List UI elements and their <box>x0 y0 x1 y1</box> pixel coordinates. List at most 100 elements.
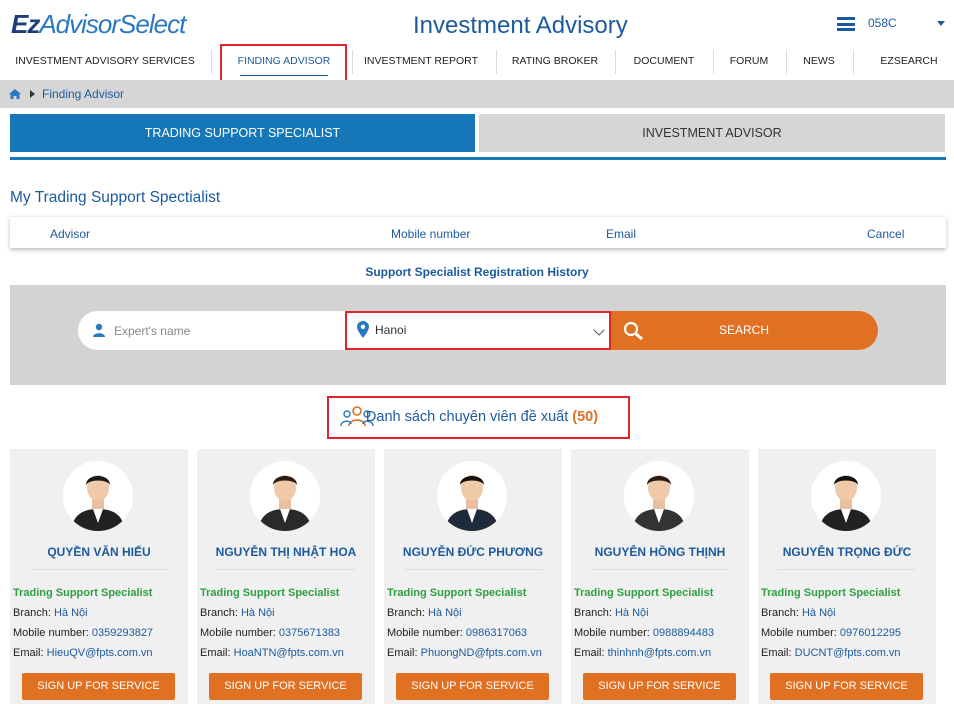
nav-investment-report[interactable]: INVESTMENT REPORT <box>356 48 486 76</box>
branch-value: Hà Nội <box>427 607 462 619</box>
sign-up-button[interactable]: SIGN UP FOR SERVICE <box>209 673 362 700</box>
mobile-value: 0976012295 <box>839 627 902 639</box>
nav-document[interactable]: DOCUMENT <box>619 48 709 76</box>
email-value[interactable]: HoaNTN@fpts.com.vn <box>234 647 344 659</box>
avatar <box>250 461 320 531</box>
logo-text: AdvisorSelect <box>39 9 186 39</box>
breadcrumb: Finding Advisor <box>0 80 954 108</box>
sign-up-button[interactable]: SIGN UP FOR SERVICE <box>396 673 549 700</box>
branch-label: Branch: <box>574 607 615 619</box>
email-value[interactable]: thinhnh@fpts.com.vn <box>608 647 712 659</box>
advisor-branch: Branch: Hà Nội <box>574 607 649 619</box>
mobile-value: 0359293827 <box>91 627 154 639</box>
avatar <box>437 461 507 531</box>
mobile-label: Mobile number: <box>200 627 279 639</box>
advisor-branch: Branch: Hà Nội <box>387 607 462 619</box>
person-icon <box>93 323 105 337</box>
registration-history-link[interactable]: Support Specialist Registration History <box>0 265 954 279</box>
advisor-card: NGUYỄN THỊ NHẬT HOA Trading Support Spec… <box>197 449 375 704</box>
advisor-role: Trading Support Specialist <box>574 587 714 599</box>
column-advisor: Advisor <box>50 227 91 241</box>
breadcrumb-arrow-icon <box>30 90 35 98</box>
tab-underline <box>10 157 946 160</box>
advisor-branch: Branch: Hà Nội <box>200 607 275 619</box>
email-label: Email: <box>574 647 608 659</box>
advisor-email: Email: thinhnh@fpts.com.vn <box>574 647 711 659</box>
advisor-card: NGUYỄN HỒNG THỊNH Trading Support Specia… <box>571 449 749 704</box>
advisor-name: QUYỀN VĂN HIẾU <box>47 545 151 559</box>
search-button-label: SEARCH <box>719 323 770 337</box>
advisor-email: Email: DUCNT@fpts.com.vn <box>761 647 901 659</box>
advisor-role: Trading Support Specialist <box>387 587 527 599</box>
mobile-label: Mobile number: <box>13 627 92 639</box>
logo-ez: Ez <box>11 9 40 39</box>
nav-rating-broker[interactable]: RATING BROKER <box>500 48 610 76</box>
expert-name-placeholder: Expert's name <box>114 324 191 338</box>
search-icon <box>623 321 643 341</box>
email-label: Email: <box>387 647 421 659</box>
branch-value: Hà Nội <box>801 607 836 619</box>
mobile-value: 0375671383 <box>278 627 341 639</box>
nav-news[interactable]: NEWS <box>790 48 848 76</box>
nav-forum[interactable]: FORUM <box>717 48 781 76</box>
page-title: Investment Advisory <box>413 12 628 39</box>
nav-ezsearch[interactable]: EZSEARCH <box>866 48 952 76</box>
column-email: Email <box>606 227 637 241</box>
column-cancel: Cancel <box>867 227 905 241</box>
advisor-name: NGUYỄN THỊ NHẬT HOA <box>215 545 357 559</box>
advisor-email: Email: PhuongND@fpts.com.vn <box>387 647 542 659</box>
branch-label: Branch: <box>200 607 241 619</box>
mobile-value: 0986317063 <box>465 627 528 639</box>
app-logo[interactable]: EzAdvisorSelect <box>11 9 186 40</box>
advisor-card: QUYỀN VĂN HIẾU Trading Support Specialis… <box>10 449 188 704</box>
advisor-mobile: Mobile number: 0988894483 <box>574 627 714 639</box>
search-button[interactable]: SEARCH <box>611 311 878 350</box>
main-nav: INVESTMENT ADVISORY SERVICES FINDING ADV… <box>0 48 954 76</box>
highlight-box <box>220 44 347 82</box>
chevron-down-icon[interactable] <box>937 21 945 26</box>
advisor-mobile: Mobile number: 0976012295 <box>761 627 901 639</box>
mobile-label: Mobile number: <box>574 627 653 639</box>
branch-value: Hà Nội <box>53 607 88 619</box>
column-mobile: Mobile number <box>391 227 471 241</box>
mobile-value: 0988894483 <box>652 627 715 639</box>
advisor-mobile: Mobile number: 0375671383 <box>200 627 340 639</box>
email-value[interactable]: HieuQV@fpts.com.vn <box>47 647 153 659</box>
email-value[interactable]: PhuongND@fpts.com.vn <box>421 647 542 659</box>
tab-trading-support-specialist[interactable]: TRADING SUPPORT SPECIALIST <box>10 114 475 152</box>
highlight-box <box>345 311 611 350</box>
expert-name-input[interactable]: Expert's name <box>78 311 346 350</box>
email-label: Email: <box>13 647 47 659</box>
advisor-role: Trading Support Specialist <box>761 587 901 599</box>
branch-value: Hà Nội <box>614 607 649 619</box>
sign-up-button[interactable]: SIGN UP FOR SERVICE <box>583 673 736 700</box>
nav-investment-advisory-services[interactable]: INVESTMENT ADVISORY SERVICES <box>10 48 200 76</box>
tab-investment-advisor[interactable]: INVESTMENT ADVISOR <box>479 114 945 152</box>
sign-up-button[interactable]: SIGN UP FOR SERVICE <box>770 673 923 700</box>
specialist-table-header: Advisor Mobile number Email Cancel <box>10 216 946 248</box>
highlight-box <box>327 396 630 439</box>
sign-up-button[interactable]: SIGN UP FOR SERVICE <box>22 673 175 700</box>
breadcrumb-current[interactable]: Finding Advisor <box>42 87 124 101</box>
advisor-mobile: Mobile number: 0986317063 <box>387 627 527 639</box>
branch-label: Branch: <box>13 607 54 619</box>
mobile-label: Mobile number: <box>387 627 466 639</box>
advisor-mobile: Mobile number: 0359293827 <box>13 627 153 639</box>
home-icon[interactable] <box>9 89 21 99</box>
advisor-card: NGUYỄN TRỌNG ĐỨC Trading Support Special… <box>758 449 936 704</box>
my-specialist-title: My Trading Support Spectialist <box>10 189 221 206</box>
email-value[interactable]: DUCNT@fpts.com.vn <box>795 647 901 659</box>
avatar <box>811 461 881 531</box>
menu-icon[interactable] <box>837 17 855 31</box>
avatar <box>63 461 133 531</box>
advisor-name: NGUYỄN TRỌNG ĐỨC <box>782 545 912 559</box>
advisor-name: NGUYỄN HỒNG THỊNH <box>594 545 726 559</box>
advisor-branch: Branch: Hà Nội <box>761 607 836 619</box>
branch-value: Hà Nội <box>240 607 275 619</box>
advisor-role: Trading Support Specialist <box>13 587 153 599</box>
email-label: Email: <box>761 647 795 659</box>
account-id[interactable]: 058C <box>868 16 897 30</box>
advisor-card: NGUYỄN ĐỨC PHƯƠNG Trading Support Specia… <box>384 449 562 704</box>
advisor-branch: Branch: Hà Nội <box>13 607 88 619</box>
advisor-name: NGUYỄN ĐỨC PHƯƠNG <box>402 545 544 559</box>
